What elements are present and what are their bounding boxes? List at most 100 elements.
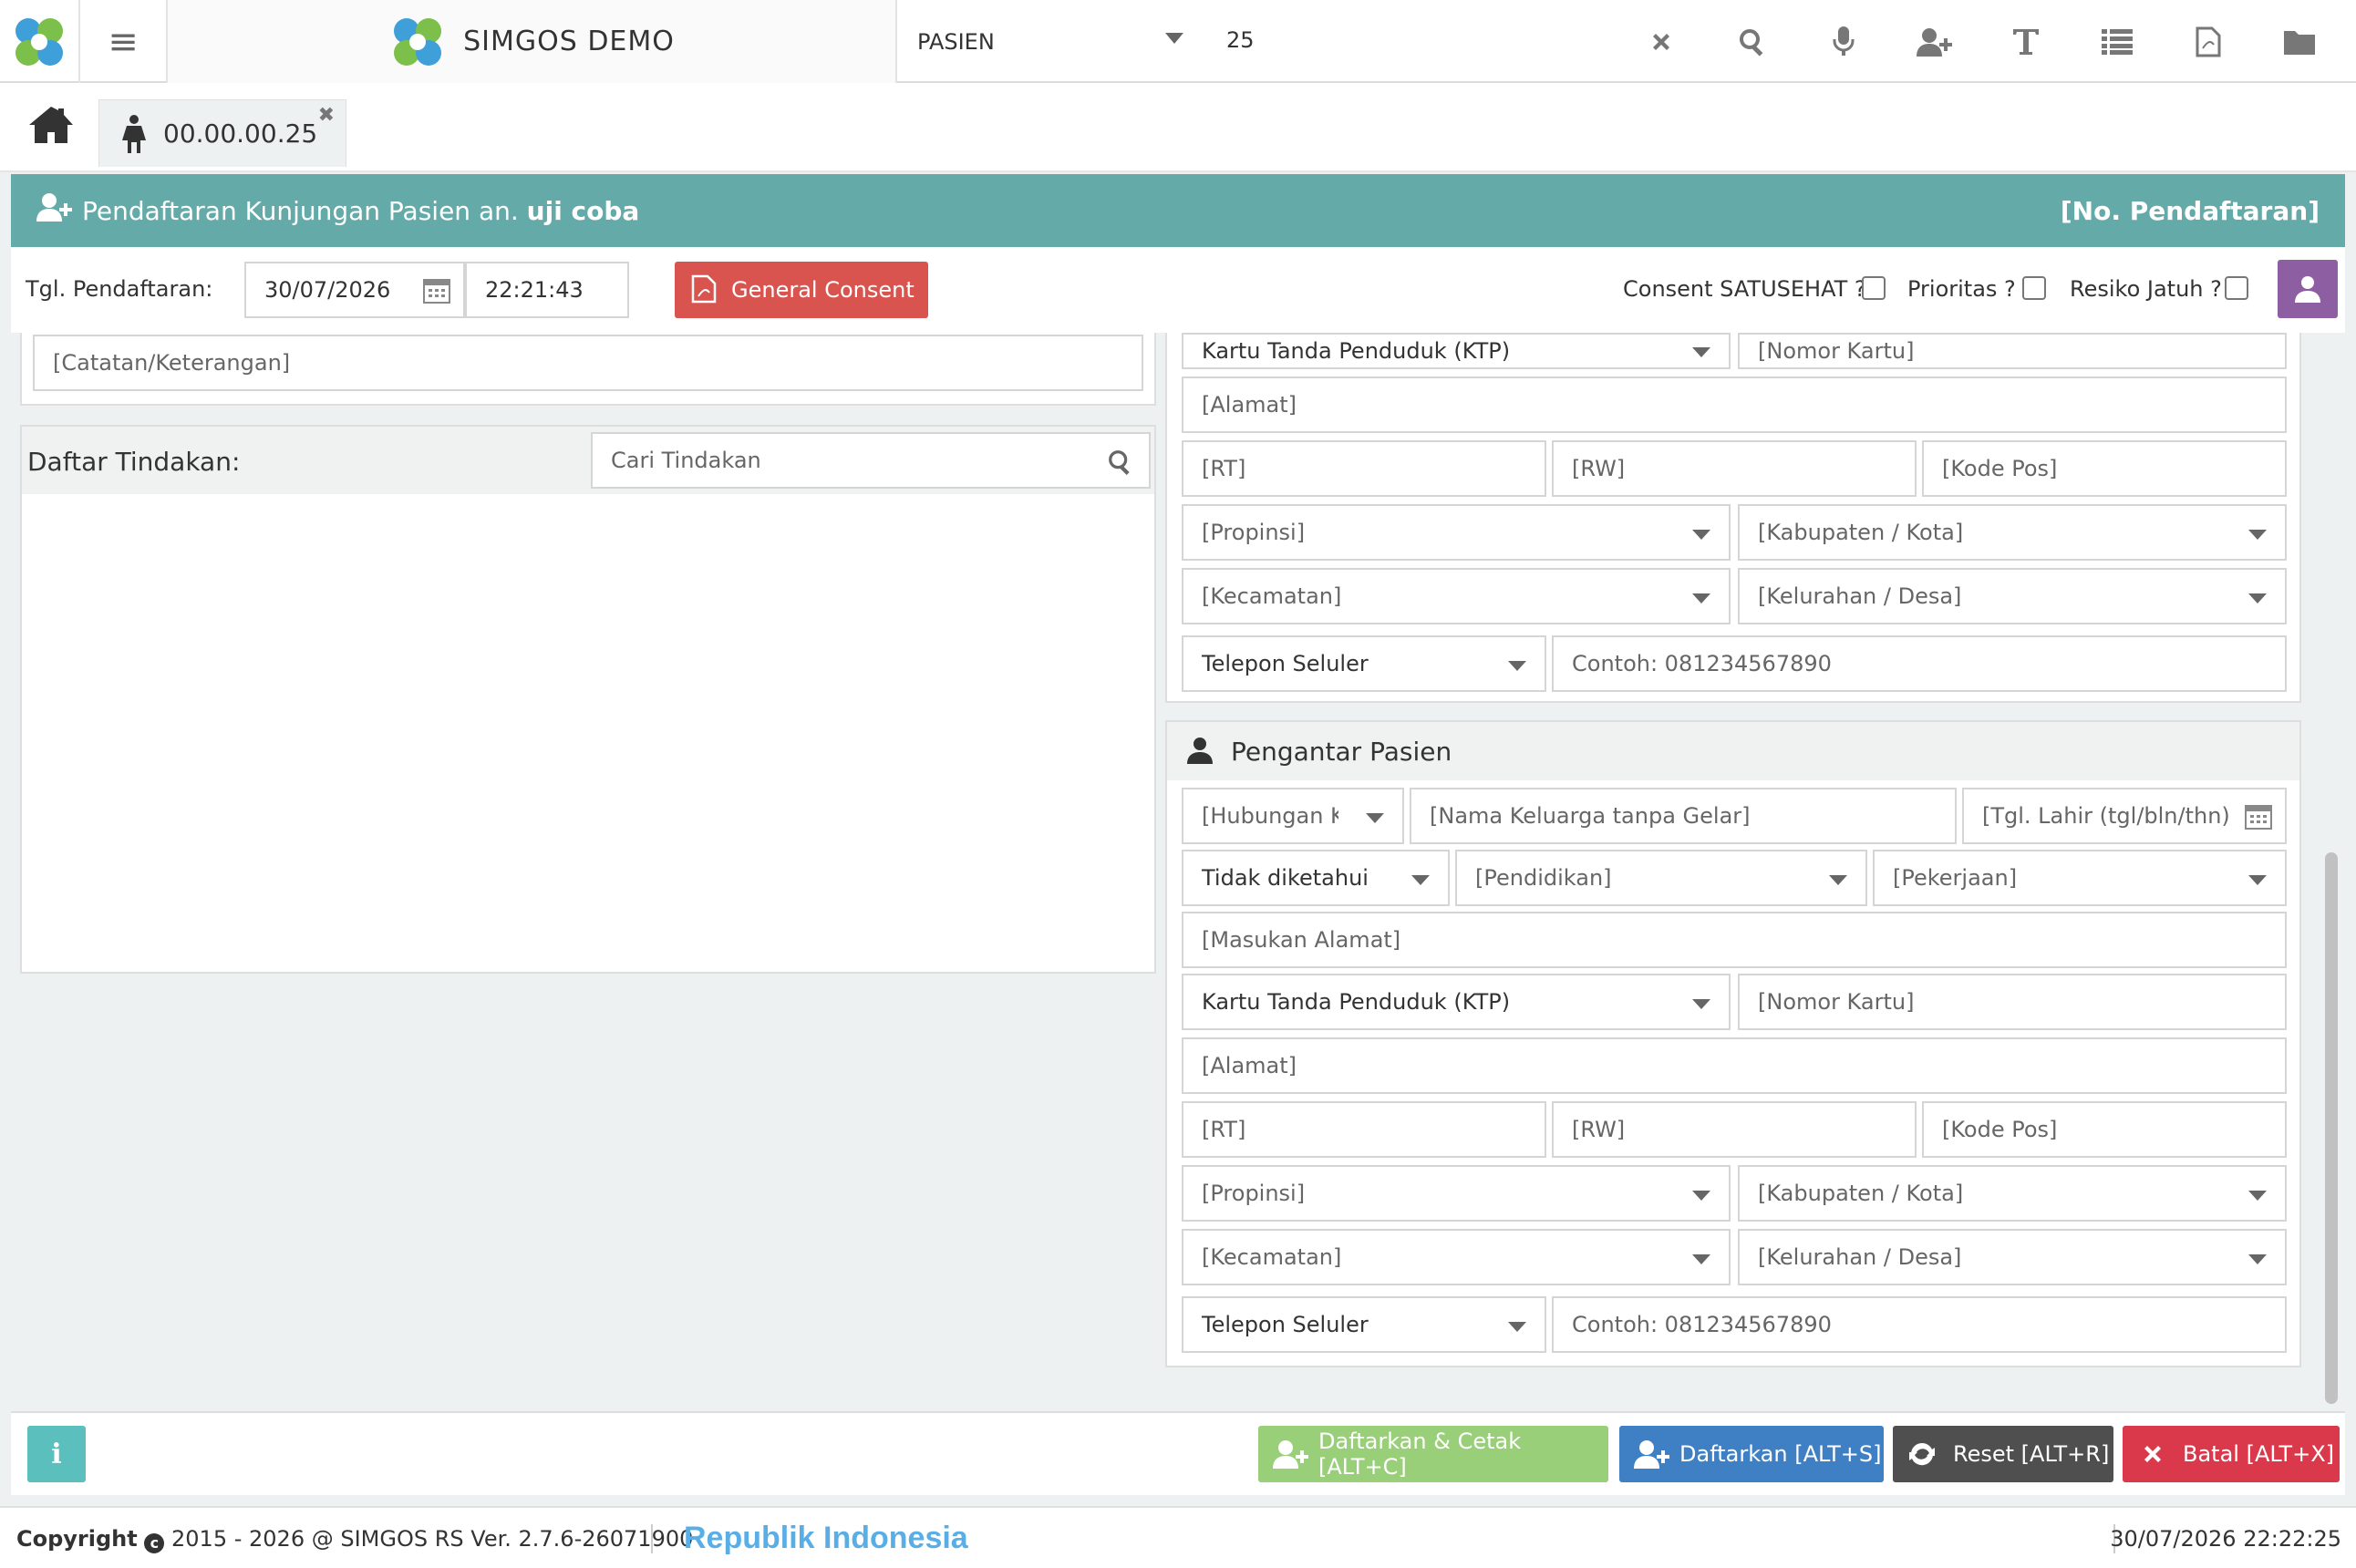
pendidikan-placeholder: [Pendidikan] <box>1475 865 1612 891</box>
home-tab[interactable] <box>27 105 82 150</box>
kabupaten-select[interactable]: [Kabupaten / Kota] <box>1738 504 2287 561</box>
rw-input[interactable]: [RW] <box>1552 440 1917 497</box>
tab-bar: 00.00.00.25 ✖ <box>0 83 2356 172</box>
copyright: Copyright c 2015 - 2026 @ SIMGOS RS Ver.… <box>16 1526 693 1553</box>
tgl-lahir-input[interactable]: [Tgl. Lahir (tgl/bln/thn)] <box>1962 788 2287 844</box>
pendidikan-select[interactable]: [Pendidikan] <box>1455 850 1867 906</box>
folder-button[interactable] <box>2270 15 2329 69</box>
tindakan-header: Daftar Tindakan: Cari Tindakan <box>22 427 1154 494</box>
pengantar-kelurahan-select[interactable]: [Kelurahan / Desa] <box>1738 1229 2287 1285</box>
patient-profile-button[interactable] <box>2278 260 2338 318</box>
pengantar-kodepos-placeholder: [Kode Pos] <box>1942 1117 2058 1142</box>
chevron-down-icon <box>1411 875 1430 885</box>
tindakan-search-placeholder: Cari Tindakan <box>611 448 761 473</box>
hubungan-select[interactable]: [Hubungan Keluarga] <box>1182 788 1404 844</box>
pekerjaan-select[interactable]: [Pekerjaan] <box>1873 850 2287 906</box>
voice-button[interactable] <box>1814 15 1873 69</box>
pengantar-alamat-input[interactable]: [Alamat] <box>1182 1037 2287 1094</box>
calendar-icon <box>423 279 450 304</box>
tindakan-search-input[interactable]: Cari Tindakan <box>591 432 1151 489</box>
chevron-down-icon <box>1165 33 1183 44</box>
pengantar-kelurahan-placeholder: [Kelurahan / Desa] <box>1758 1244 1962 1270</box>
pdf-button[interactable] <box>2179 15 2237 69</box>
chevron-down-icon <box>1692 1254 1710 1264</box>
close-icon[interactable]: ✖ <box>318 104 335 127</box>
pengantar-id-number-placeholder: [Nomor Kartu] <box>1758 989 1915 1015</box>
batal-label: Batal [ALT+X] <box>2183 1441 2335 1467</box>
general-consent-button[interactable]: General Consent <box>675 262 928 318</box>
pengantar-panel: Pengantar Pasien [Hubungan Keluarga] [Na… <box>1165 720 2301 1367</box>
chevron-down-icon <box>1692 530 1710 540</box>
registration-time-input[interactable]: 22:21:43 <box>465 262 629 318</box>
nama-keluarga-input[interactable]: [Nama Keluarga tanpa Gelar] <box>1410 788 1957 844</box>
general-consent-label: General Consent <box>731 277 914 303</box>
pengantar-propinsi-placeholder: [Propinsi] <box>1202 1181 1306 1206</box>
kecamatan-select[interactable]: [Kecamatan] <box>1182 568 1731 624</box>
tab-patient[interactable]: 00.00.00.25 ✖ <box>98 99 346 167</box>
list-button[interactable] <box>2088 15 2146 69</box>
daftarkan-button[interactable]: Daftarkan [ALT+S] <box>1619 1426 1884 1482</box>
chevron-down-icon <box>2248 1191 2267 1201</box>
search-button[interactable] <box>1723 15 1782 69</box>
pengantar-rt-input[interactable]: [RT] <box>1182 1101 1546 1158</box>
consent-satusehat-label: Consent SATUSEHAT ? <box>1623 276 1866 302</box>
copyright-icon: c <box>144 1533 165 1553</box>
user-plus-icon <box>1634 1440 1669 1469</box>
pengantar-kecamatan-select[interactable]: [Kecamatan] <box>1182 1229 1731 1285</box>
propinsi-select[interactable]: [Propinsi] <box>1182 504 1731 561</box>
refresh-icon <box>1909 1442 1935 1466</box>
user-icon <box>1187 738 1213 764</box>
text-button[interactable] <box>1997 15 2055 69</box>
app-logo[interactable] <box>0 0 80 83</box>
consent-satusehat-checkbox[interactable] <box>1862 276 1886 300</box>
country-link[interactable]: Republik Indonesia <box>684 1521 968 1556</box>
close-icon <box>1653 33 1669 50</box>
clear-button[interactable] <box>1632 15 1690 69</box>
id-type-select[interactable]: Kartu Tanda Penduduk (KTP) <box>1182 333 1731 369</box>
chevron-down-icon <box>1366 813 1384 823</box>
prioritas-checkbox[interactable] <box>2022 276 2046 300</box>
registration-date-input[interactable]: 30/07/2026 <box>244 262 465 318</box>
pengantar-rw-placeholder: [RW] <box>1572 1117 1626 1142</box>
scrollbar-thumb[interactable] <box>2325 852 2338 1404</box>
nama-keluarga-placeholder: [Nama Keluarga tanpa Gelar] <box>1430 803 1751 829</box>
pengantar-propinsi-select[interactable]: [Propinsi] <box>1182 1165 1731 1222</box>
home-icon <box>29 107 73 143</box>
pengantar-id-type-select[interactable]: Kartu Tanda Penduduk (KTP) <box>1182 974 1731 1030</box>
pengantar-kabupaten-select[interactable]: [Kabupaten / Kota] <box>1738 1165 2287 1222</box>
kodepos-input[interactable]: [Kode Pos] <box>1922 440 2287 497</box>
chevron-down-icon <box>1692 593 1710 603</box>
alamat-placeholder: [Alamat] <box>1202 392 1297 418</box>
search-input[interactable]: 25 <box>1226 27 1255 53</box>
masukan-alamat-placeholder: [Masukan Alamat] <box>1202 927 1401 953</box>
daftarkan-cetak-button[interactable]: Daftarkan & Cetak [ALT+C] <box>1258 1426 1608 1482</box>
notes-input[interactable]: [Catatan/Keterangan] <box>33 335 1143 391</box>
pengantar-phone-input[interactable]: Contoh: 081234567890 <box>1552 1296 2287 1353</box>
folder-icon <box>2284 30 2315 55</box>
info-button[interactable]: i <box>27 1426 86 1482</box>
prioritas-label: Prioritas ? <box>1907 276 2016 302</box>
menu-toggle-button[interactable]: ≡ <box>80 0 168 83</box>
pengantar-phone-type-select[interactable]: Telepon Seluler <box>1182 1296 1546 1353</box>
phone-type-select[interactable]: Telepon Seluler <box>1182 635 1546 692</box>
chevron-down-icon <box>2248 530 2267 540</box>
phone-input[interactable]: Contoh: 081234567890 <box>1552 635 2287 692</box>
rt-input[interactable]: [RT] <box>1182 440 1546 497</box>
alamat-input[interactable]: [Alamat] <box>1182 377 2287 433</box>
rt-placeholder: [RT] <box>1202 456 1246 481</box>
pekerjaan-placeholder: [Pekerjaan] <box>1893 865 2018 891</box>
brand-title: SIMGOS DEMO <box>463 26 675 57</box>
batal-button[interactable]: Batal [ALT+X] <box>2123 1426 2340 1482</box>
jenis-kelamin-select[interactable]: Tidak diketahui <box>1182 850 1450 906</box>
reset-button[interactable]: Reset [ALT+R] <box>1893 1426 2113 1482</box>
masukan-alamat-input[interactable]: [Masukan Alamat] <box>1182 912 2287 968</box>
resiko-jatuh-checkbox[interactable] <box>2225 276 2248 300</box>
pengantar-id-number-input[interactable]: [Nomor Kartu] <box>1738 974 2287 1030</box>
pengantar-kodepos-input[interactable]: [Kode Pos] <box>1922 1101 2287 1158</box>
add-patient-button[interactable] <box>1906 15 1964 69</box>
chevron-down-icon <box>1829 875 1847 885</box>
kelurahan-select[interactable]: [Kelurahan / Desa] <box>1738 568 2287 624</box>
search-type-select[interactable]: PASIEN <box>897 0 1207 83</box>
pengantar-rw-input[interactable]: [RW] <box>1552 1101 1917 1158</box>
id-number-input[interactable]: [Nomor Kartu] <box>1738 333 2287 369</box>
